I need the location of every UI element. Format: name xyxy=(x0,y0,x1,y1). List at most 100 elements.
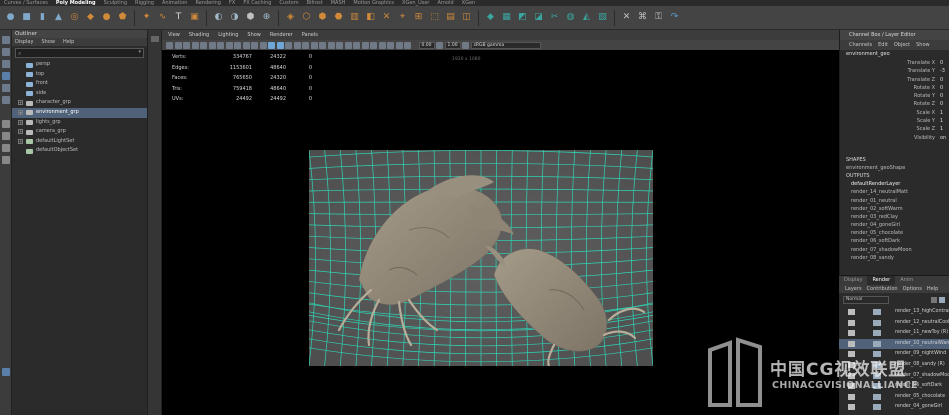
outliner-item[interactable]: + character_grp xyxy=(12,98,147,108)
viewport-menu-show[interactable]: Show xyxy=(247,30,261,40)
mirror-icon[interactable]: ◈ xyxy=(284,11,297,24)
channel-menu-show[interactable]: Show xyxy=(916,40,930,50)
lock-icon[interactable]: ⚿ xyxy=(652,11,665,24)
toggle-arrow-icon[interactable] xyxy=(151,36,159,42)
channel-attribute[interactable]: Translate Y -3 xyxy=(840,67,949,75)
xray-components-icon[interactable] xyxy=(378,41,386,49)
shadows-icon[interactable] xyxy=(310,41,318,49)
scale-tool-icon[interactable] xyxy=(2,96,10,104)
expand-toggle-icon[interactable]: + xyxy=(18,129,23,135)
outliner-search-input[interactable]: ⌕ ▾ xyxy=(15,48,144,58)
outliner-item[interactable]: front xyxy=(12,79,147,89)
motion-blur-icon[interactable] xyxy=(327,41,335,49)
channel-attribute[interactable]: Scale X 1 xyxy=(840,109,949,117)
layer-tab-display[interactable]: Display xyxy=(839,276,867,285)
shape-node[interactable]: environment_geoShape xyxy=(840,164,949,172)
xray-icon[interactable] xyxy=(361,41,369,49)
expand-toggle-icon[interactable]: + xyxy=(18,138,23,144)
channel-menu-object[interactable]: Object xyxy=(894,40,910,50)
attribute-value[interactable]: 1 xyxy=(940,109,943,117)
sweep-mesh-icon[interactable]: ∿ xyxy=(156,11,169,24)
attribute-value[interactable]: on xyxy=(940,134,946,142)
isolate-icon[interactable] xyxy=(353,41,360,49)
channel-attribute[interactable]: Translate Z 0 xyxy=(840,76,949,84)
view-transform-icon[interactable] xyxy=(462,41,470,49)
auto-map-icon[interactable]: ◪ xyxy=(532,11,545,24)
super-shape-icon[interactable]: ✦ xyxy=(140,11,153,24)
attribute-value[interactable]: 1 xyxy=(940,117,943,125)
poly-cube-icon[interactable]: ■ xyxy=(20,11,33,24)
layer-mode-dropdown[interactable]: Normal xyxy=(843,296,890,304)
poly-sphere-icon[interactable]: ● xyxy=(4,11,17,24)
frame-selected-icon[interactable] xyxy=(395,41,403,49)
target-weld-icon[interactable]: ⌖ xyxy=(396,11,409,24)
outliner-menu-show[interactable]: Show xyxy=(41,38,55,46)
smooth-shade-icon[interactable] xyxy=(268,41,275,49)
quad-draw-icon[interactable]: ⬚ xyxy=(428,11,441,24)
layer-next-icon[interactable] xyxy=(939,297,945,303)
outliner-item[interactable]: persp xyxy=(12,60,147,70)
render-layer-row[interactable]: render_12_neutralCool xyxy=(839,318,949,329)
unfold-icon[interactable]: ◭ xyxy=(580,11,593,24)
render-toggle-icon[interactable] xyxy=(873,319,881,326)
outliner-item[interactable]: + lights_grp xyxy=(12,118,147,128)
channel-attribute[interactable]: Rotate Z 0 xyxy=(840,100,949,108)
reflection-icon[interactable]: ⌘ xyxy=(636,11,649,24)
attribute-value[interactable]: 0 xyxy=(940,76,943,84)
cut-uv-icon[interactable]: ✂ xyxy=(548,11,561,24)
dof-icon[interactable] xyxy=(344,41,352,49)
append-icon[interactable]: ◧ xyxy=(364,11,377,24)
bridge-icon[interactable]: ⬢ xyxy=(316,11,329,24)
svg-icon[interactable]: ▣ xyxy=(188,11,201,24)
res-gate-icon[interactable] xyxy=(217,41,224,49)
xray-joints-icon[interactable] xyxy=(370,41,377,49)
outliner-item[interactable]: + camera_grp xyxy=(12,127,147,137)
attribute-value[interactable]: 0 xyxy=(940,100,943,108)
extrude-icon[interactable]: ⬡ xyxy=(300,11,313,24)
output-node[interactable]: render_06_softDark xyxy=(840,237,949,245)
channel-attribute[interactable]: Translate X 0 xyxy=(840,59,949,67)
layout-single-icon[interactable] xyxy=(2,120,10,128)
soft-select-icon[interactable]: ✕ xyxy=(620,11,633,24)
output-node[interactable]: render_03_redClay xyxy=(840,213,949,221)
field-chart-icon[interactable] xyxy=(234,41,241,49)
layout-four-icon[interactable] xyxy=(2,132,10,140)
layer-prev-icon[interactable] xyxy=(931,297,938,303)
smooth-icon[interactable]: ⬢ xyxy=(244,11,257,24)
output-node[interactable]: render_01_neutral xyxy=(840,197,949,205)
connect-icon[interactable]: ⊞ xyxy=(412,11,425,24)
image-plane-icon[interactable] xyxy=(191,41,199,49)
safe-action-icon[interactable] xyxy=(242,41,250,49)
expand-toggle-icon[interactable]: + xyxy=(18,109,23,115)
expand-toggle-icon[interactable]: + xyxy=(18,100,23,106)
select-camera-icon[interactable] xyxy=(166,41,173,49)
planar-map-icon[interactable]: ◩ xyxy=(516,11,529,24)
output-node[interactable]: render_02_softWarm xyxy=(840,205,949,213)
output-node[interactable]: render_07_shadowMoon xyxy=(840,246,949,254)
outliner-item[interactable]: top xyxy=(12,70,147,80)
textured-icon[interactable] xyxy=(293,41,301,49)
channel-menu-edit[interactable]: Edit xyxy=(878,40,888,50)
visibility-toggle-icon[interactable] xyxy=(848,319,855,326)
lights-icon[interactable] xyxy=(302,41,309,49)
lasso-tool-icon[interactable] xyxy=(2,48,10,56)
gate-mask-icon[interactable] xyxy=(225,41,233,49)
layer-menu-contribution[interactable]: Contribution xyxy=(867,285,898,293)
boolean-icon[interactable]: ⊕ xyxy=(260,11,273,24)
bookmark-icon[interactable] xyxy=(183,41,190,49)
output-node[interactable]: defaultRenderLayer xyxy=(840,180,949,188)
layer-tab-render[interactable]: Render xyxy=(867,276,896,285)
expand-toggle-icon[interactable]: + xyxy=(18,119,23,125)
channel-attribute[interactable]: Rotate Y 0 xyxy=(840,92,949,100)
output-node[interactable]: render_05_chocolate xyxy=(840,229,949,237)
color-space-dropdown[interactable]: sRGB gamma xyxy=(470,41,541,49)
output-node[interactable]: render_04_goneGirl xyxy=(840,221,949,229)
outliner-menu-help[interactable]: Help xyxy=(63,38,74,46)
separate-icon[interactable]: ◑ xyxy=(228,11,241,24)
attribute-value[interactable]: -3 xyxy=(940,67,945,75)
rotate-tool-icon[interactable] xyxy=(2,84,10,92)
viewport-menu-shading[interactable]: Shading xyxy=(189,30,209,40)
attribute-value[interactable]: 0 xyxy=(940,84,943,92)
grid-icon[interactable] xyxy=(200,41,207,49)
output-node[interactable]: render_08_sandy xyxy=(840,254,949,262)
